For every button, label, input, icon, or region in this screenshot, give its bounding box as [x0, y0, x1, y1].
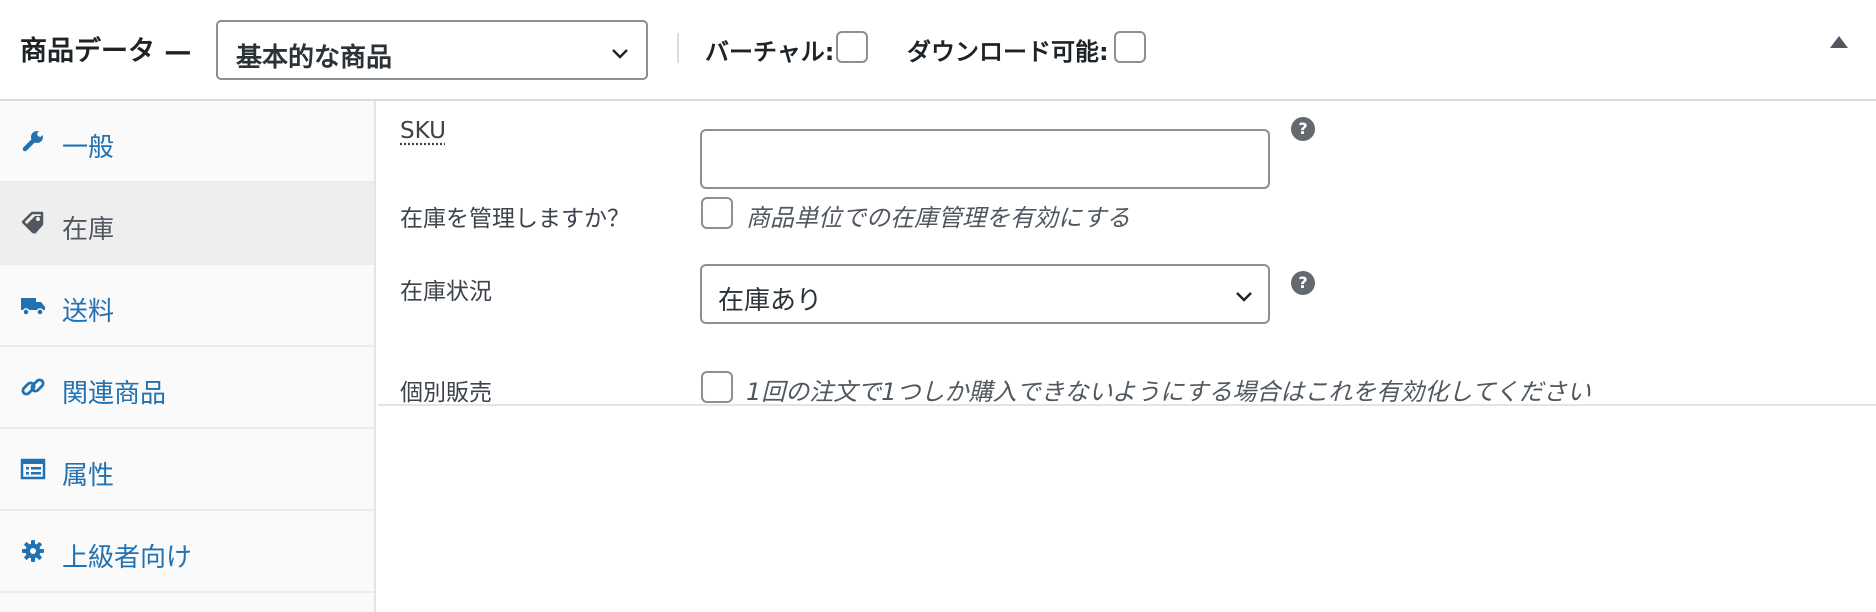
- stock-status-select[interactable]: 在庫あり: [700, 264, 1270, 324]
- wrench-icon: [22, 131, 43, 152]
- product-data-title: 商品データ —: [20, 36, 192, 67]
- inventory-panel: SKU ? 在庫を管理しますか？ 商品単位での在庫管理を有効にする 在庫状況 在…: [378, 101, 1876, 612]
- tab-attributes-label: 属性: [62, 461, 115, 491]
- sku-label: SKU: [400, 118, 446, 144]
- link-icon: [21, 378, 45, 396]
- tab-shipping-label: 送料: [62, 297, 115, 327]
- sold-individually-label: 個別販売: [400, 380, 492, 406]
- product-type-select[interactable]: 基本的な商品: [216, 20, 648, 80]
- downloadable-label: ダウンロード可能:: [907, 38, 1109, 66]
- manage-stock-label: 在庫を管理しますか？: [400, 206, 630, 232]
- list-icon: [20, 458, 46, 480]
- manage-stock-description: 商品単位での在庫管理を有効にする: [746, 204, 1131, 232]
- chevron-down-icon: [612, 49, 628, 59]
- downloadable-checkbox[interactable]: [1114, 31, 1146, 63]
- tab-inventory[interactable]: 在庫: [0, 183, 374, 265]
- stock-status-label: 在庫状況: [400, 279, 492, 305]
- chevron-down-icon: [1236, 292, 1252, 302]
- tab-inventory-label: 在庫: [62, 215, 115, 245]
- gear-icon: [22, 540, 44, 562]
- tab-shipping[interactable]: 送料: [0, 265, 374, 347]
- tab-linked-products-label: 関連商品: [62, 379, 167, 409]
- product-data-header: 商品データ — 基本的な商品 バーチャル: ダウンロード可能:: [0, 0, 1876, 101]
- tab-attributes[interactable]: 属性: [0, 429, 374, 511]
- help-icon[interactable]: ?: [1291, 271, 1315, 295]
- tag-icon: [21, 211, 44, 234]
- tab-general-label: 一般: [62, 133, 115, 163]
- virtual-label: バーチャル:: [705, 38, 835, 66]
- tab-advanced[interactable]: 上級者向け: [0, 511, 374, 593]
- sold-individually-description: 1回の注文で1つしか購入できないようにする場合はこれを有効化してください: [746, 378, 1591, 406]
- sku-input[interactable]: [700, 129, 1270, 189]
- virtual-checkbox[interactable]: [836, 31, 868, 63]
- stock-status-value: 在庫あり: [718, 286, 823, 316]
- tab-advanced-label: 上級者向け: [62, 543, 193, 573]
- tab-linked-products[interactable]: 関連商品: [0, 347, 374, 429]
- header-separator: [677, 33, 679, 63]
- triangle-up-icon[interactable]: [1830, 36, 1848, 48]
- manage-stock-checkbox[interactable]: [701, 197, 733, 229]
- truck-icon: [21, 298, 45, 316]
- tab-general[interactable]: 一般: [0, 101, 374, 183]
- sold-individually-checkbox[interactable]: [701, 371, 733, 403]
- product-type-value: 基本的な商品: [236, 43, 393, 73]
- product-data-tabs: 一般 在庫 送料 関連商品 属性 上級者向け: [0, 101, 376, 612]
- help-icon[interactable]: ?: [1291, 117, 1315, 141]
